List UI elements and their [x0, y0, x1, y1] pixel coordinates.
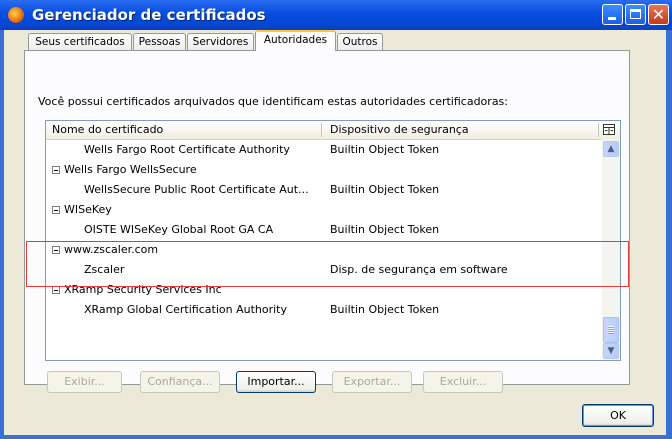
cert-device: Builtin Object Token [330, 303, 440, 316]
tree-row[interactable]: WellsSecure Public Root Certificate Aut.… [46, 180, 602, 200]
export-button[interactable]: Exportar... [332, 371, 412, 393]
cert-device: Builtin Object Token [330, 143, 440, 156]
cert-device: Builtin Object Token [330, 183, 440, 196]
certificate-tree[interactable]: Nome do certificado Dispositivo de segur… [45, 120, 621, 361]
group-name: Wells Fargo WellsSecure [64, 163, 197, 176]
title-bar[interactable]: Gerenciador de certificados ✕ [0, 0, 672, 30]
description-text: Você possui certificados arquivados que … [38, 95, 508, 108]
cert-name: WellsSecure Public Root Certificate Aut.… [84, 183, 309, 196]
tab-outros[interactable]: Outros [337, 33, 383, 50]
group-name: XRamp Security Services Inc [64, 283, 222, 296]
minimize-button[interactable] [602, 4, 623, 25]
cert-name: Zscaler [84, 263, 125, 276]
vertical-scrollbar[interactable]: ▲ ▼ [602, 139, 620, 360]
column-header-name[interactable]: Nome do certificado [52, 123, 163, 136]
collapse-icon[interactable] [52, 246, 60, 254]
tree-row[interactable]: OISTE WISeKey Global Root GA CA Builtin … [46, 220, 602, 240]
collapse-icon[interactable] [52, 286, 60, 294]
tab-pessoas[interactable]: Pessoas [133, 33, 186, 50]
tab-seus-certificados[interactable]: Seus certificados [28, 33, 132, 50]
tree-group-row[interactable]: www.zscaler.com [46, 240, 602, 260]
tab-autoridades[interactable]: Autoridades [255, 30, 336, 51]
collapse-icon[interactable] [52, 166, 60, 174]
cert-device: Disp. de segurança em software [330, 263, 508, 276]
scroll-down-button[interactable]: ▼ [603, 343, 619, 359]
maximize-button[interactable] [625, 4, 646, 25]
tree-group-row[interactable]: Wells Fargo WellsSecure [46, 160, 602, 180]
tree-group-row[interactable]: WISeKey [46, 200, 602, 220]
column-picker-icon[interactable] [603, 124, 615, 135]
close-icon: ✕ [651, 5, 666, 24]
scroll-up-button[interactable]: ▲ [603, 141, 619, 157]
column-separator[interactable] [598, 123, 599, 137]
view-button[interactable]: Exibir... [47, 371, 122, 393]
column-header-row: Nome do certificado Dispositivo de segur… [46, 121, 620, 140]
tab-servidores[interactable]: Servidores [187, 33, 254, 50]
minimize-icon [608, 17, 616, 20]
cert-name: OISTE WISeKey Global Root GA CA [84, 223, 274, 236]
tree-row[interactable]: Wells Fargo Root Certificate Authority B… [46, 140, 602, 160]
close-button[interactable]: ✕ [648, 4, 669, 25]
scrollbar-thumb[interactable] [603, 317, 619, 343]
delete-button[interactable]: Excluir... [423, 371, 503, 393]
maximize-icon [630, 9, 641, 19]
window-title: Gerenciador de certificados [32, 6, 266, 24]
firefox-icon [8, 7, 24, 23]
cert-name: XRamp Global Certification Authority [84, 303, 287, 316]
tree-group-row[interactable]: XRamp Security Services Inc [46, 280, 602, 300]
tree-row[interactable]: XRamp Global Certification Authority Bui… [46, 300, 602, 320]
cert-name: Wells Fargo Root Certificate Authority [84, 143, 290, 156]
trust-button[interactable]: Confiança... [140, 371, 220, 393]
group-name: www.zscaler.com [64, 243, 159, 256]
certificate-manager-window: Gerenciador de certificados ✕ Seus certi… [0, 0, 672, 439]
column-header-device[interactable]: Dispositivo de segurança [330, 123, 469, 136]
group-name: WISeKey [64, 203, 112, 216]
ok-button[interactable]: OK [582, 404, 654, 427]
column-separator[interactable] [321, 123, 322, 137]
tree-row[interactable]: Zscaler Disp. de segurança em software [46, 260, 602, 280]
cert-device: Builtin Object Token [330, 223, 440, 236]
collapse-icon[interactable] [52, 206, 60, 214]
import-button[interactable]: Importar... [236, 371, 316, 393]
tab-panel-autoridades: Você possui certificados arquivados que … [24, 50, 630, 393]
